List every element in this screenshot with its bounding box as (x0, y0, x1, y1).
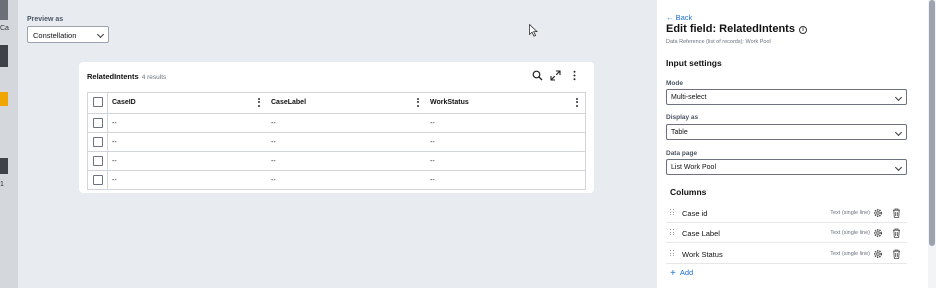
column-header-caseid[interactable]: CaseID (112, 99, 136, 106)
strip-block (0, 45, 8, 67)
gear-icon[interactable] (873, 249, 883, 259)
table-cell: -- (430, 139, 435, 146)
column-name: Case id (682, 209, 708, 218)
more-options-icon[interactable] (569, 70, 580, 81)
table-cell: -- (271, 158, 276, 165)
edit-field-panel: ← Back Edit field: RelatedIntents i Data … (657, 0, 928, 288)
drag-handle-icon[interactable] (670, 229, 674, 237)
scrollbar-thumb[interactable] (929, 0, 935, 246)
input-settings-heading: Input settings (666, 58, 722, 68)
preview-as-select[interactable]: Constellation (27, 26, 109, 43)
mode-label: Mode (666, 80, 683, 87)
column-type: Text (single line) (830, 210, 870, 216)
column-type: Text (single line) (830, 230, 870, 236)
preview-canvas: Preview as Constellation RelatedIntents 4… (18, 0, 657, 288)
add-column-button[interactable]: + Add (670, 268, 693, 279)
column-item[interactable]: Case id Text (single line) (666, 203, 907, 223)
display-as-label: Display as (666, 114, 699, 121)
strip-text: Ca (0, 25, 9, 32)
column-header-workstatus[interactable]: WorkStatus (430, 99, 469, 106)
column-divider (107, 133, 108, 151)
preview-as-label: Preview as (27, 16, 64, 23)
strip-block (0, 92, 8, 106)
data-page-value: List Work Pool (671, 164, 716, 171)
table-header-row: CaseID CaseLabel WorkStatus (88, 93, 585, 113)
table-row[interactable]: -- -- -- (88, 151, 585, 170)
row-checkbox[interactable] (93, 118, 103, 128)
column-divider (107, 171, 108, 189)
table-cell: -- (430, 158, 435, 165)
trash-icon[interactable] (892, 228, 901, 238)
chevron-down-icon (96, 30, 105, 39)
gear-icon[interactable] (873, 208, 883, 218)
column-divider (107, 114, 108, 132)
drag-handle-icon[interactable] (670, 250, 674, 258)
add-label: Add (679, 268, 694, 277)
arrow-left-icon: ← (666, 13, 674, 22)
table-cell: -- (430, 177, 435, 184)
back-label: Back (675, 13, 693, 22)
column-divider (107, 152, 108, 170)
result-count: 4 results (141, 74, 167, 81)
plus-icon: + (670, 268, 676, 279)
column-name: Case Label (682, 229, 720, 238)
chevron-down-icon (894, 128, 903, 137)
back-link[interactable]: ← Back (666, 13, 692, 22)
column-menu-icon[interactable] (576, 98, 579, 108)
panel-subtitle: Data Reference (list of records): Work P… (666, 39, 771, 45)
trash-icon[interactable] (892, 249, 901, 259)
column-item[interactable]: Work Status Text (single line) (666, 244, 907, 264)
mode-value: Multi-select (671, 94, 707, 101)
column-menu-icon[interactable] (258, 98, 261, 108)
preview-as-value: Constellation (33, 31, 77, 40)
table-row[interactable]: -- -- -- (88, 170, 585, 189)
trash-icon[interactable] (892, 208, 901, 218)
results-table: CaseID CaseLabel WorkStatus -- -- -- -- … (87, 92, 586, 190)
table-cell: -- (112, 139, 117, 146)
column-type: Text (single line) (830, 251, 870, 257)
table-cell: -- (112, 158, 117, 165)
column-name: Work Status (682, 250, 723, 259)
column-menu-icon[interactable] (417, 98, 420, 108)
column-item[interactable]: Case Label Text (single line) (666, 223, 907, 243)
table-row[interactable]: -- -- -- (88, 132, 585, 151)
chevron-down-icon (894, 163, 903, 172)
card-title: RelatedIntents 4 results (87, 72, 166, 81)
select-all-checkbox[interactable] (93, 97, 103, 107)
gear-icon[interactable] (873, 228, 883, 238)
strip-text: 1 (0, 181, 4, 188)
table-row[interactable]: -- -- -- (88, 113, 585, 132)
expand-icon[interactable] (550, 70, 561, 81)
table-cell: -- (112, 177, 117, 184)
table-cell: -- (430, 120, 435, 127)
column-header-caselabel[interactable]: CaseLabel (271, 99, 306, 106)
table-cell: -- (112, 120, 117, 127)
panel-title-text: Edit field: RelatedIntents (666, 23, 795, 35)
row-checkbox[interactable] (93, 156, 103, 166)
chevron-down-icon (894, 93, 903, 102)
related-intents-card: RelatedIntents 4 results CaseID CaseLabel… (79, 62, 594, 193)
mouse-cursor-icon (529, 24, 538, 37)
app-left-strip: Ca 1 (0, 0, 18, 288)
display-as-value: Table (671, 129, 688, 136)
display-as-select[interactable]: Table (666, 124, 907, 140)
drag-handle-icon[interactable] (670, 209, 674, 217)
data-page-label: Data page (666, 150, 698, 157)
card-title-text: RelatedIntents (87, 72, 139, 81)
table-cell: -- (271, 139, 276, 146)
info-icon[interactable]: i (798, 26, 807, 34)
columns-heading: Columns (670, 187, 707, 197)
table-cell: -- (271, 177, 276, 184)
data-page-select[interactable]: List Work Pool (666, 159, 907, 175)
search-icon[interactable] (532, 70, 543, 81)
table-cell: -- (271, 120, 276, 127)
strip-block (0, 158, 8, 174)
row-checkbox[interactable] (93, 137, 103, 147)
column-divider (107, 93, 108, 113)
panel-title: Edit field: RelatedIntents i (666, 23, 807, 35)
mode-select[interactable]: Multi-select (666, 89, 907, 105)
row-checkbox[interactable] (93, 175, 103, 185)
strip-block (0, 0, 8, 20)
